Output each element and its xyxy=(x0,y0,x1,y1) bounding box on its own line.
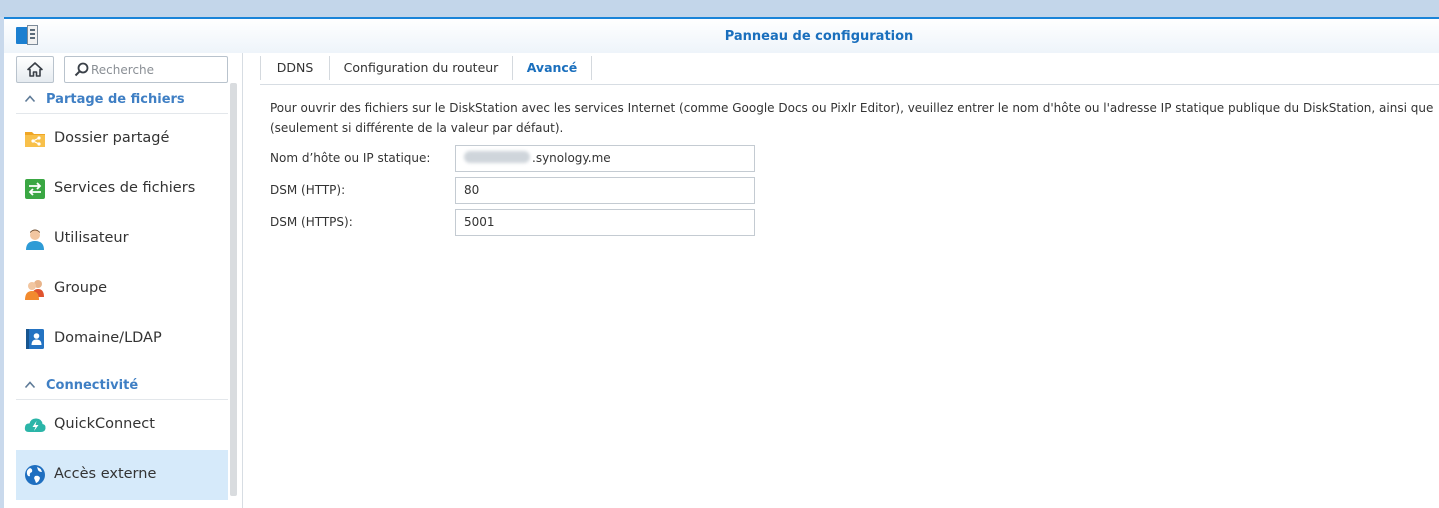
tab-separator xyxy=(591,56,592,80)
section-connectivity[interactable]: Connectivité xyxy=(16,370,228,400)
dsm-http-label: DSM (HTTP): xyxy=(270,183,346,197)
desktop-background xyxy=(0,0,1439,17)
sidebar-item-user[interactable]: Utilisateur xyxy=(16,214,228,264)
group-icon xyxy=(25,280,44,300)
shared-folder-icon xyxy=(25,132,45,147)
sidebar-item-label: Dossier partagé xyxy=(54,130,170,146)
control-panel-window: Panneau de configuration Partage de fich… xyxy=(4,17,1439,508)
dsm-https-label: DSM (HTTPS): xyxy=(270,215,353,229)
user-icon xyxy=(26,229,44,250)
window-title: Panneau de configuration xyxy=(724,29,914,44)
sidebar-item-domain-ldap[interactable]: Domaine/LDAP xyxy=(16,314,228,364)
section-label: Partage de fichiers xyxy=(46,92,185,107)
panel-divider xyxy=(242,53,243,508)
file-services-icon xyxy=(25,179,45,199)
tab-bar: DDNS Configuration du routeur Avancé xyxy=(260,53,1439,85)
quickconnect-icon xyxy=(24,418,46,432)
tab-ddns[interactable]: DDNS xyxy=(261,53,329,84)
hostname-value: .synology.me xyxy=(532,151,611,165)
dsm-https-field[interactable]: 5001 xyxy=(455,209,755,236)
sidebar-item-label: Accès externe xyxy=(54,466,157,482)
search-input[interactable] xyxy=(91,60,223,79)
sidebar-item-label: Groupe xyxy=(54,280,108,296)
sidebar-item-group[interactable]: Groupe xyxy=(16,264,228,314)
description-line-1: Pour ouvrir des fichiers sur le DiskStat… xyxy=(270,101,1434,115)
globe-icon xyxy=(25,465,45,485)
sidebar-item-external-access[interactable]: Accès externe xyxy=(16,450,228,500)
home-button[interactable] xyxy=(16,56,54,83)
chevron-up-icon xyxy=(24,95,36,103)
sidebar-item-label: QuickConnect xyxy=(54,416,155,432)
hostname-field[interactable]: .synology.me xyxy=(455,145,755,172)
description-text: Pour ouvrir des fichiers sur le DiskStat… xyxy=(270,98,1439,138)
title-bar[interactable]: Panneau de configuration xyxy=(4,19,1439,53)
sidebar: Partage de fichiers Dossier partagé Serv… xyxy=(4,53,240,508)
hostname-label: Nom d’hôte ou IP statique: xyxy=(270,151,431,165)
sidebar-item-file-services[interactable]: Services de fichiers xyxy=(16,164,228,214)
chevron-up-icon xyxy=(24,381,36,389)
sidebar-scrollbar[interactable] xyxy=(230,83,237,496)
domain-ldap-icon xyxy=(26,329,44,349)
sidebar-item-label: Utilisateur xyxy=(54,230,129,246)
description-line-2: (seulement si différente de la valeur pa… xyxy=(270,121,564,135)
redacted-hostname xyxy=(464,151,530,163)
home-icon xyxy=(27,62,43,77)
search-box[interactable] xyxy=(64,56,228,83)
dsm-http-field[interactable]: 80 xyxy=(455,177,755,204)
sidebar-item-quickconnect[interactable]: QuickConnect xyxy=(16,400,228,450)
sidebar-item-label: Domaine/LDAP xyxy=(54,330,162,346)
sidebar-item-label: Services de fichiers xyxy=(54,180,196,196)
tab-router-configuration[interactable]: Configuration du routeur xyxy=(330,53,512,84)
tab-advanced[interactable]: Avancé xyxy=(513,53,591,84)
sidebar-item-shared-folder[interactable]: Dossier partagé xyxy=(16,114,228,164)
section-label: Connectivité xyxy=(46,378,139,393)
section-file-sharing[interactable]: Partage de fichiers xyxy=(16,84,228,114)
search-icon xyxy=(74,62,89,77)
